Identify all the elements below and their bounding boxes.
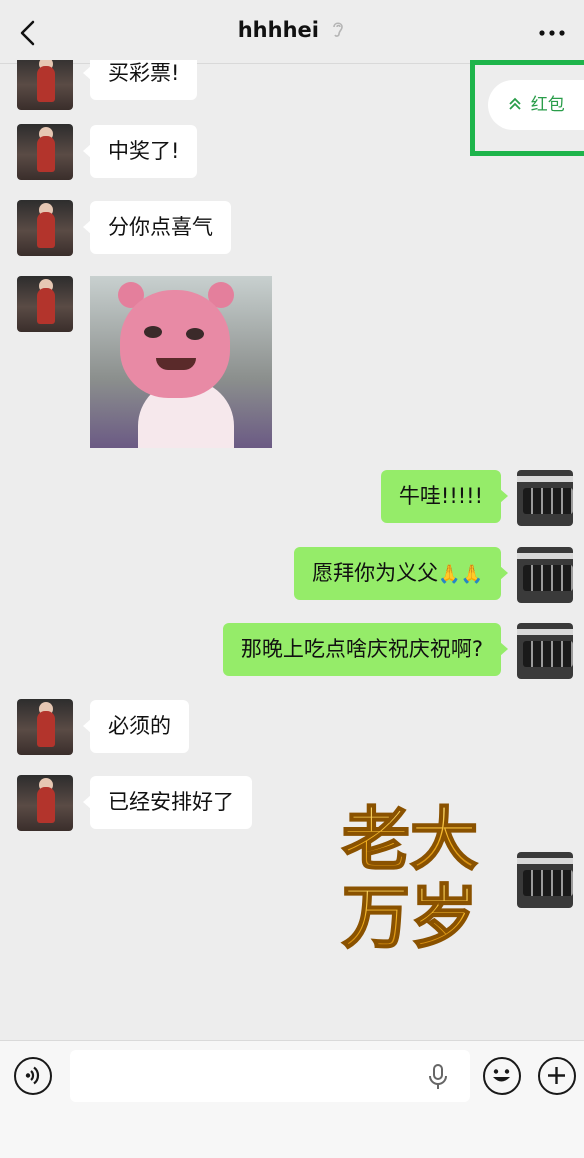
ear-mute-icon: [330, 19, 346, 44]
contact-avatar[interactable]: [17, 124, 73, 180]
contact-avatar[interactable]: [17, 200, 73, 256]
input-bar: [0, 1040, 584, 1158]
chat-title-wrap: hhhhei: [0, 18, 584, 44]
double-chevron-up-icon: [508, 96, 527, 114]
message-bubble-self[interactable]: 愿拜你为义父🙏🙏: [294, 547, 508, 600]
message-bubble[interactable]: 已经安排好了: [83, 776, 252, 829]
contact-avatar[interactable]: [17, 775, 73, 831]
chat-header: hhhhei: [0, 0, 584, 64]
message-bubble-self[interactable]: 牛哇!!!!!: [380, 470, 509, 523]
sticker-line-2: 万岁: [342, 879, 478, 958]
contact-avatar[interactable]: [17, 699, 73, 755]
sticker-line-1: 老大: [342, 801, 478, 880]
self-avatar[interactable]: [517, 852, 573, 908]
self-avatar[interactable]: [517, 547, 573, 603]
message-bubble[interactable]: 中奖了!: [82, 125, 198, 178]
contact-avatar[interactable]: [17, 276, 73, 332]
message-input[interactable]: [70, 1050, 470, 1102]
self-avatar[interactable]: [517, 470, 573, 526]
laoda-wansui-sticker[interactable]: 老大 万岁: [325, 793, 495, 963]
message-bubble-self[interactable]: 那晚上吃点啥庆祝庆祝啊?: [222, 623, 509, 676]
message-bubble[interactable]: 买彩票!: [82, 60, 198, 100]
voice-icon: [25, 1066, 40, 1085]
message-bubble[interactable]: 必须的: [83, 700, 189, 753]
more-button[interactable]: [536, 20, 568, 46]
red-packet-label: 红包: [530, 95, 565, 115]
message-text: 愿拜你为义父: [312, 561, 439, 585]
message-bubble[interactable]: 分你点喜气: [83, 201, 231, 254]
chat-screen: hhhhei 买彩票! 中奖了! 分你点喜气 牛哇!!!!! 愿拜你为义父🙏🙏 …: [0, 0, 584, 1158]
more-dots-icon: [539, 30, 565, 36]
emoji-icon: [493, 1069, 510, 1082]
emoji-button[interactable]: [483, 1057, 521, 1095]
plus-button[interactable]: [538, 1057, 576, 1095]
praying-hands-emoji: 🙏🙏: [438, 564, 483, 585]
microphone-icon: [429, 1064, 447, 1089]
plus-icon: [548, 1067, 565, 1084]
pink-pig-sticker[interactable]: [90, 276, 272, 448]
chat-title: hhhhei: [237, 18, 319, 42]
self-avatar[interactable]: [517, 623, 573, 679]
message-list[interactable]: 买彩票! 中奖了! 分你点喜气 牛哇!!!!! 愿拜你为义父🙏🙏 那晚上吃点啥庆…: [0, 60, 584, 1040]
red-packet-shortcut[interactable]: 红包: [488, 80, 584, 130]
microphone-button[interactable]: [426, 1063, 450, 1091]
voice-button[interactable]: [14, 1057, 52, 1095]
contact-avatar[interactable]: [17, 60, 73, 110]
